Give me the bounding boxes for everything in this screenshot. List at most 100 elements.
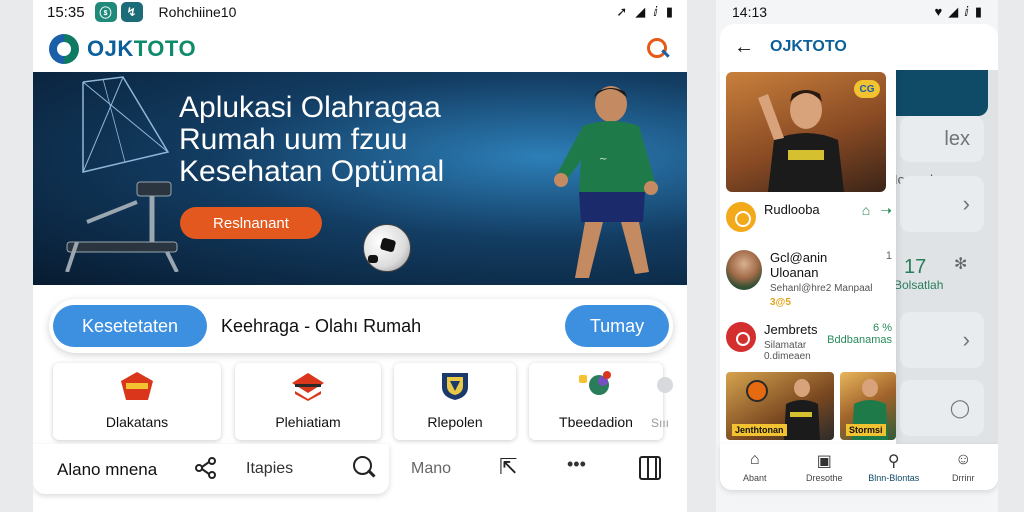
hero-title-line-3: Kesehatan Optümal xyxy=(179,155,445,188)
share-arrow-icon[interactable]: ➝ xyxy=(880,202,892,219)
player-portrait-illustration xyxy=(758,90,844,192)
search-submit-button[interactable]: Tumay xyxy=(565,305,669,347)
status-carrier: Rohchiine10 xyxy=(158,4,237,20)
shield-crest-icon xyxy=(442,373,468,400)
background-card-d[interactable]: ◯ xyxy=(900,380,984,436)
item-text: Jembrets Silamatar 0.dimeaen xyxy=(764,322,827,362)
bottom-toolbar: Alano mnena Itapies Mano ⇱ ••• xyxy=(33,444,687,494)
category-card-3[interactable]: Rlepolen xyxy=(394,363,516,440)
main-screen: 15:35 ⓢ ↯ Rohchiine10 ➚ ◢ ⅈ ▮ OJKTOTO Ap… xyxy=(33,0,687,512)
background-card-a[interactable]: lex xyxy=(900,116,984,162)
system-icons-right: ♥ ◢ ⅈ ▮ xyxy=(935,4,982,20)
mute-icon-right: ⅈ xyxy=(964,4,969,19)
item-percent: 6 % xyxy=(873,322,892,334)
bookmark-icon[interactable]: ⌂ xyxy=(862,202,870,219)
nav-home-label: Abant xyxy=(742,473,767,483)
item-icon-red xyxy=(726,322,756,352)
more-options-icon[interactable]: ••• xyxy=(567,454,586,475)
toolbar-label-1[interactable]: Alano mnena xyxy=(57,460,157,480)
hero-banner[interactable]: Aplukasi Olahragaa Rumah uum fzuu Keseha… xyxy=(33,72,687,285)
featured-badge: CG xyxy=(854,80,880,98)
item-icon-gold xyxy=(726,202,756,232)
category-label-1: Dlakatans xyxy=(105,414,169,430)
item-right: 6 % Bddbanamas xyxy=(827,322,892,346)
item-subtitle: Uloanan xyxy=(770,265,819,280)
thumbnail-label-2: Stormsi xyxy=(846,424,886,436)
share-icon[interactable] xyxy=(195,457,217,479)
category-pill[interactable]: Kesetetaten xyxy=(53,305,207,347)
category-card-1[interactable]: Dlakatans xyxy=(53,363,221,440)
toolbar-search-icon[interactable] xyxy=(353,456,377,480)
bottom-navigation: ⌂ Abant ▣ Dresothe ⚲ Blnn-Blontas ☺ Drri… xyxy=(720,444,998,490)
featured-player-image[interactable]: CG xyxy=(726,72,886,192)
status-bar: 15:35 ⓢ ↯ Rohchiine10 ➚ ◢ ⅈ ▮ xyxy=(33,0,687,24)
item-actions: ⌂ ➝ xyxy=(862,202,892,219)
puzzle-icon xyxy=(579,371,611,395)
treadmill-illustration xyxy=(65,181,179,272)
category-label-2: Plehiatiam xyxy=(275,414,341,430)
home-icon: ⌂ xyxy=(749,451,760,468)
nav-badge[interactable]: ▣ Dresothe xyxy=(790,444,860,490)
gear-icon[interactable]: ✻ xyxy=(954,254,967,274)
item-title: Rudlooba xyxy=(764,202,820,217)
stack-badge-icon xyxy=(292,373,324,401)
background-card-c[interactable]: › xyxy=(900,312,984,368)
tabs-icon[interactable] xyxy=(639,456,661,480)
detail-title: OJKTOTO xyxy=(770,38,847,55)
hero-title: Aplukasi Olahragaa Rumah uum fzuu Keseha… xyxy=(179,92,499,188)
thumbnail-card[interactable]: Jenthtonan xyxy=(726,372,834,440)
soccer-ball-icon xyxy=(363,224,411,272)
location-icon: ➚ xyxy=(616,4,628,19)
brand-suffix: TOTO xyxy=(133,36,197,61)
nav-search[interactable]: ⚲ Blnn-Blontas xyxy=(859,444,929,490)
profile-icon: ☺ xyxy=(955,451,972,468)
list-item[interactable]: Rudlooba ⌂ ➝ xyxy=(726,202,892,246)
item-text: Gcl@anin Uloanan Sehanl@hre2 Manpaal 3@5 xyxy=(770,250,886,308)
category-label-4: Tbeedadion xyxy=(559,414,633,430)
app-header: OJKTOTO xyxy=(33,26,687,72)
category-label-5: Sııı xyxy=(650,416,669,430)
item-count: 1 xyxy=(885,250,892,262)
category-card-5[interactable]: Sııı xyxy=(633,363,687,440)
item-title: Jembrets xyxy=(764,322,818,337)
nav-badge-label: Dresothe xyxy=(805,473,843,483)
battery-icon: ▮ xyxy=(665,4,673,19)
category-card-2[interactable]: Plehiatiam xyxy=(235,363,381,440)
toolbar-label-2[interactable]: Itapies xyxy=(246,460,293,478)
background-card-b[interactable]: › xyxy=(900,176,984,232)
soccer-player-illustration: ~ xyxy=(554,86,658,278)
nav-search-icon: ⚲ xyxy=(887,453,900,470)
search-query-text[interactable]: Keehraga - Olahı Rumah xyxy=(221,316,421,337)
svg-text:~: ~ xyxy=(599,154,607,165)
list-item[interactable]: Jembrets Silamatar 0.dimeaen 6 % Bddbana… xyxy=(726,322,892,362)
item-accent: 3@5 xyxy=(770,297,791,308)
redirect-arrow-icon[interactable]: ⇱ xyxy=(499,454,517,480)
status-time-right: 14:13 xyxy=(732,4,768,20)
search-icon[interactable] xyxy=(645,36,671,62)
list-item[interactable]: Gcl@anin Uloanan Sehanl@hre2 Manpaal 3@5… xyxy=(726,250,892,314)
battery-icon-right: ▮ xyxy=(974,4,982,19)
chevron-right-icon: › xyxy=(962,191,970,216)
background-stat: 17 xyxy=(904,256,927,278)
signal-icon: ◢ xyxy=(635,4,646,19)
detail-header: ← OJKTOTO xyxy=(720,24,998,70)
chevron-right-icon-2: › xyxy=(962,327,970,352)
detail-screen: 14:13 ♥ ◢ ⅈ ▮ ← OJKTOTO lex Iozeaden › 1… xyxy=(716,0,998,512)
hero-cta-button[interactable]: Reslnanant xyxy=(180,207,322,239)
back-arrow-icon[interactable]: ← xyxy=(734,36,754,59)
system-icons: ➚ ◢ ⅈ ▮ xyxy=(616,4,673,20)
status-bar-right: 14:13 ♥ ◢ ⅈ ▮ xyxy=(716,0,998,24)
search-filter-bar: Kesetetaten Keehraga - Olahı Rumah Tumay xyxy=(49,299,673,353)
thumbnail-card[interactable]: Stormsi xyxy=(840,372,896,440)
brand-title[interactable]: OJKTOTO xyxy=(87,36,196,62)
thumbnail-label: Jenthtonan xyxy=(732,424,787,436)
nav-profile[interactable]: ☺ Drrinr xyxy=(929,444,999,490)
brand-logo-icon[interactable] xyxy=(49,34,79,64)
info-circle-icon: ◯ xyxy=(949,397,970,418)
faded-icon xyxy=(657,377,673,393)
toolbar-label-3[interactable]: Mano xyxy=(411,460,451,478)
category-label-3: Rlepolen xyxy=(427,414,483,430)
nav-home[interactable]: ⌂ Abant xyxy=(720,444,790,490)
signal-icon-right: ◢ xyxy=(948,4,959,19)
avatar xyxy=(726,250,762,290)
